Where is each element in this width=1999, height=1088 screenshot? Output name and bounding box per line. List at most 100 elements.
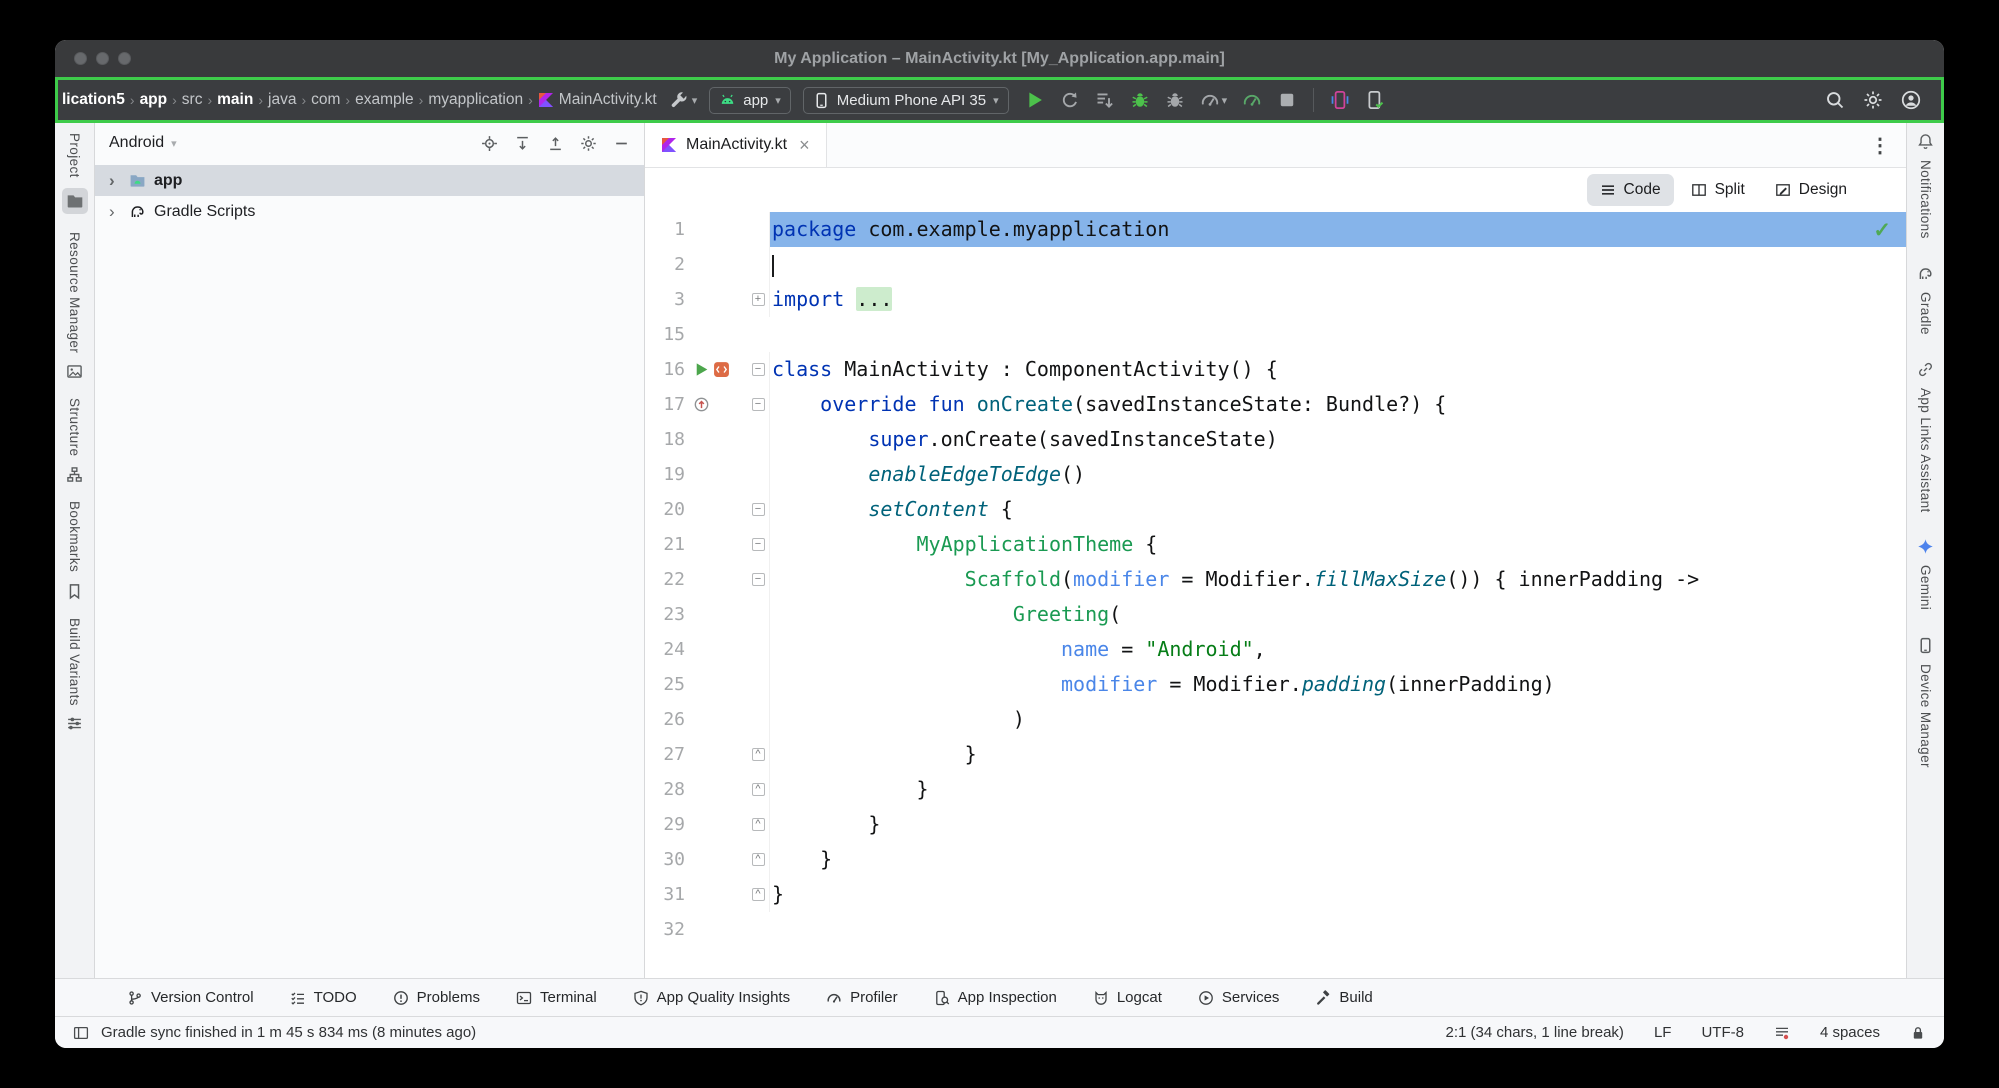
code-line[interactable]: 27^ }: [645, 737, 1906, 772]
device-manager-button[interactable]: [1365, 90, 1385, 110]
locate-file-button[interactable]: [481, 135, 498, 152]
bottom-tool-window-logcat[interactable]: Logcat: [1093, 989, 1162, 1006]
tool-window-button-bookmarks[interactable]: Bookmarks: [66, 501, 83, 599]
file-encoding[interactable]: UTF-8: [1701, 1024, 1744, 1041]
code-line[interactable]: 21− MyApplicationTheme {: [645, 527, 1906, 562]
override-gutter-icon[interactable]: [693, 396, 710, 413]
editor-tab-mainactivity-kt[interactable]: MainActivity.kt×: [645, 123, 827, 167]
bottom-tool-window-app-quality-insights[interactable]: App Quality Insights: [633, 989, 790, 1006]
fold-marker-folded[interactable]: +: [752, 293, 765, 306]
indent-setting[interactable]: 4 spaces: [1820, 1024, 1880, 1041]
code-line[interactable]: 2: [645, 247, 1906, 282]
fold-marker-end[interactable]: ^: [752, 888, 765, 901]
view-mode-code[interactable]: Code: [1587, 174, 1674, 206]
breadcrumb-segment-example[interactable]: example: [355, 91, 414, 109]
build-tool-menu[interactable]: ▾: [669, 90, 698, 110]
tool-window-button-app-links-assistant[interactable]: App Links Assistant: [1917, 361, 1934, 513]
caret-position[interactable]: 2:1 (34 chars, 1 line break): [1446, 1024, 1624, 1041]
expand-all-button[interactable]: [514, 135, 531, 152]
panel-settings-button[interactable]: [580, 135, 597, 152]
fold-marker-open[interactable]: −: [752, 398, 765, 411]
code-line[interactable]: 22− Scaffold(modifier = Modifier.fillMax…: [645, 562, 1906, 597]
fold-marker-open[interactable]: −: [752, 503, 765, 516]
fold-marker-open[interactable]: −: [752, 538, 765, 551]
line-separator[interactable]: LF: [1654, 1024, 1672, 1041]
close-window-button[interactable]: [74, 52, 87, 65]
breadcrumb-segment-myapplication[interactable]: myapplication: [428, 91, 523, 109]
toggle-panels-icon[interactable]: [73, 1025, 89, 1041]
profiler-button[interactable]: ▾: [1200, 90, 1228, 110]
tool-window-button-gradle[interactable]: Gradle: [1917, 265, 1934, 335]
tool-window-button-device-manager[interactable]: Device Manager: [1917, 637, 1934, 768]
run-gutter-icon[interactable]: [693, 361, 710, 378]
fold-marker-open[interactable]: −: [752, 573, 765, 586]
debug-button[interactable]: [1130, 90, 1150, 110]
code-line[interactable]: 15: [645, 317, 1906, 352]
profile-avatar-button[interactable]: [1901, 90, 1921, 110]
code-line[interactable]: 25 modifier = Modifier.padding(innerPadd…: [645, 667, 1906, 702]
compose-gutter-icon[interactable]: [713, 361, 730, 378]
view-mode-split[interactable]: Split: [1678, 174, 1758, 206]
breadcrumb-segment-com[interactable]: com: [311, 91, 340, 109]
tool-window-button-project[interactable]: Project: [62, 133, 88, 214]
code-line[interactable]: 31^}: [645, 877, 1906, 912]
tree-item-gradle-scripts[interactable]: ›Gradle Scripts: [95, 196, 644, 227]
breadcrumb-segment-java[interactable]: java: [268, 91, 296, 109]
readonly-toggle[interactable]: [1910, 1025, 1926, 1041]
tool-window-button-structure[interactable]: Structure: [66, 398, 83, 483]
collapse-all-button[interactable]: [547, 135, 564, 152]
running-devices-button[interactable]: [1330, 90, 1350, 110]
tool-window-button-notifications[interactable]: Notifications: [1917, 133, 1934, 239]
code-line[interactable]: 1package com.example.myapplication: [645, 212, 1906, 247]
breadcrumb-segment-lication5[interactable]: lication5: [62, 91, 125, 109]
bottom-tool-window-version-control[interactable]: Version Control: [127, 989, 254, 1006]
fold-marker-end[interactable]: ^: [752, 818, 765, 831]
fold-marker-end[interactable]: ^: [752, 783, 765, 796]
apply-code-changes-button[interactable]: [1095, 90, 1115, 110]
code-line[interactable]: 24 name = "Android",: [645, 632, 1906, 667]
run-configuration-select[interactable]: app ▾: [709, 87, 791, 114]
inspections-passed-icon[interactable]: ✓: [1873, 218, 1891, 243]
code-line[interactable]: 30^ }: [645, 842, 1906, 877]
code-line[interactable]: 23 Greeting(: [645, 597, 1906, 632]
fold-marker-end[interactable]: ^: [752, 748, 765, 761]
code-line[interactable]: 26 ): [645, 702, 1906, 737]
breadcrumb-segment-main[interactable]: main: [217, 91, 253, 109]
apply-changes-button[interactable]: [1060, 90, 1080, 110]
device-selector[interactable]: Medium Phone API 35 ▾: [803, 87, 1009, 114]
code-line[interactable]: 19 enableEdgeToEdge(): [645, 457, 1906, 492]
hide-panel-button[interactable]: [613, 135, 630, 152]
code-line[interactable]: 20− setContent {: [645, 492, 1906, 527]
tool-window-button-build-variants[interactable]: Build Variants: [66, 618, 83, 733]
minimize-window-button[interactable]: [96, 52, 109, 65]
bottom-tool-window-build[interactable]: Build: [1315, 989, 1372, 1006]
search-everywhere-button[interactable]: [1825, 90, 1845, 110]
run-button[interactable]: [1025, 90, 1045, 110]
attach-debugger-button[interactable]: [1165, 90, 1185, 110]
close-tab-icon[interactable]: ×: [799, 135, 810, 156]
bottom-tool-window-services[interactable]: Services: [1198, 989, 1280, 1006]
code-line[interactable]: 29^ }: [645, 807, 1906, 842]
code-line[interactable]: 17− override fun onCreate(savedInstanceS…: [645, 387, 1906, 422]
bottom-tool-window-terminal[interactable]: Terminal: [516, 989, 597, 1006]
breadcrumb-segment-app[interactable]: app: [140, 91, 168, 109]
tree-item-app[interactable]: ›app: [95, 165, 644, 196]
stop-button[interactable]: [1277, 90, 1297, 110]
zoom-window-button[interactable]: [118, 52, 131, 65]
code-line[interactable]: 32: [645, 912, 1906, 947]
code-style-indicator[interactable]: [1774, 1025, 1790, 1041]
project-view-selector[interactable]: Android: [109, 134, 164, 152]
code-editor[interactable]: 1package com.example.myapplication23+imp…: [645, 212, 1906, 978]
breadcrumb-segment-src[interactable]: src: [182, 91, 203, 109]
code-line[interactable]: 18 super.onCreate(savedInstanceState): [645, 422, 1906, 457]
code-line[interactable]: 16−class MainActivity : ComponentActivit…: [645, 352, 1906, 387]
bottom-tool-window-profiler[interactable]: Profiler: [826, 989, 898, 1006]
code-line[interactable]: 3+import ...: [645, 282, 1906, 317]
fold-marker-end[interactable]: ^: [752, 853, 765, 866]
more-options-icon[interactable]: ⋮: [1870, 133, 1906, 158]
bottom-tool-window-problems[interactable]: Problems: [393, 989, 480, 1006]
breadcrumb-segment-mainactivity-kt[interactable]: MainActivity.kt: [538, 91, 657, 109]
fold-marker-open[interactable]: −: [752, 363, 765, 376]
code-line[interactable]: 28^ }: [645, 772, 1906, 807]
tool-window-button-resource-manager[interactable]: Resource Manager: [66, 232, 83, 380]
